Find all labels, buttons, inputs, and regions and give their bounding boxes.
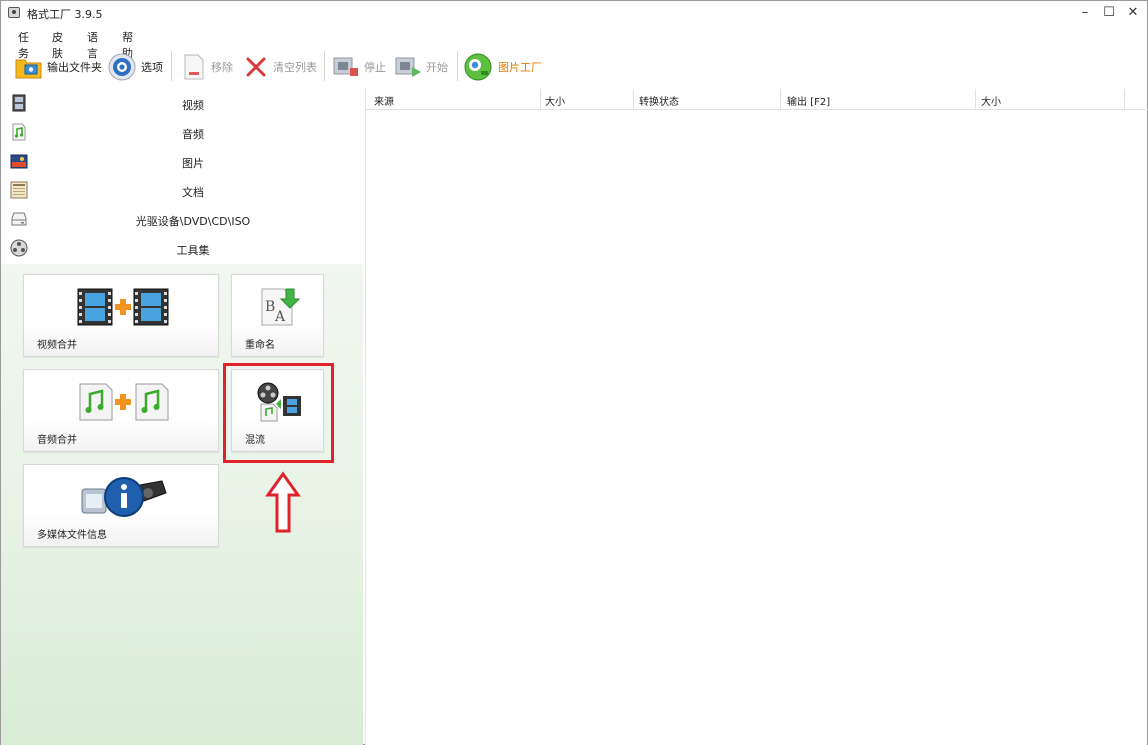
category-label: 工具集: [176, 244, 210, 257]
output-folder-label: 输出文件夹: [47, 61, 102, 74]
svg-text:A: A: [274, 309, 286, 325]
column-divider[interactable]: [1124, 89, 1125, 110]
clear-list-button[interactable]: 清空列表: [243, 51, 317, 83]
column-status[interactable]: 转换状态: [639, 93, 679, 108]
highlight-box: [223, 363, 334, 463]
category-label: 光驱设备\DVD\CD\ISO: [135, 215, 251, 228]
maximize-button[interactable]: ☐: [1098, 4, 1120, 22]
clear-x-icon: [246, 57, 266, 77]
media-info-tile[interactable]: 多媒体文件信息: [23, 464, 219, 547]
column-size[interactable]: 大小: [545, 93, 565, 108]
window-title: 格式工厂 3.9.5: [27, 8, 103, 21]
column-divider[interactable]: [975, 89, 976, 110]
category-label: 音频: [182, 128, 204, 141]
remove-button[interactable]: 移除: [181, 51, 233, 83]
minimize-button[interactable]: –: [1074, 4, 1096, 22]
column-divider[interactable]: [780, 89, 781, 110]
column-divider[interactable]: [540, 89, 541, 110]
media-info-icon: [81, 477, 167, 517]
start-label: 开始: [426, 61, 448, 74]
remove-label: 移除: [211, 61, 233, 74]
media-info-label: 多媒体文件信息: [37, 530, 107, 541]
toolbar-separator: [324, 51, 325, 81]
category-document[interactable]: 文档: [1, 176, 363, 205]
rename-tile[interactable]: B A 重命名: [231, 274, 324, 357]
category-video[interactable]: 视频: [1, 89, 363, 118]
category-picture[interactable]: 图片: [1, 147, 363, 176]
table-header: 来源 大小 转换状态 输出 [F2] 大小: [366, 89, 1148, 110]
audio-merge-tile[interactable]: 音频合并: [23, 369, 219, 452]
start-button[interactable]: 开始: [394, 51, 448, 83]
category-label: 视频: [182, 99, 204, 112]
options-label: 选项: [141, 61, 163, 74]
column-divider[interactable]: [633, 89, 634, 110]
audio-merge-label: 音频合并: [37, 435, 77, 446]
up-arrow-annotation: [265, 471, 301, 533]
stop-label: 停止: [364, 61, 386, 74]
stop-button[interactable]: 停止: [332, 51, 386, 83]
category-panel: 视频 音频 图片 文档 光驱设备\DVD\CD\ISO 工具集 视频合并 B A…: [1, 89, 363, 745]
app-window: 格式工厂 3.9.5 – ☐ ✕ 任务 皮肤 语言 帮助 输出文件夹 选项 移除…: [0, 0, 1148, 745]
column-output[interactable]: 输出 [F2]: [787, 93, 830, 108]
task-list-panel[interactable]: 来源 大小 转换状态 输出 [F2] 大小: [365, 89, 1148, 745]
picture-factory-label: 图片工厂: [498, 61, 542, 74]
title-bar: 格式工厂 3.9.5 – ☐ ✕: [1, 1, 1147, 25]
toolbar: 输出文件夹 选项 移除 清空列表 停止 开始 图片工厂: [1, 47, 1147, 87]
video-merge-tile[interactable]: 视频合并: [23, 274, 219, 357]
output-folder-button[interactable]: 输出文件夹: [15, 51, 102, 83]
svg-text:B: B: [265, 299, 275, 315]
video-merge-label: 视频合并: [37, 340, 77, 351]
gear-icon: [108, 53, 136, 81]
video-merge-icon: [77, 288, 169, 326]
category-label: 文档: [182, 186, 204, 199]
category-disc[interactable]: 光驱设备\DVD\CD\ISO: [1, 205, 363, 234]
toolbar-separator: [457, 51, 458, 81]
options-button[interactable]: 选项: [107, 51, 163, 83]
column-output-size[interactable]: 大小: [981, 93, 1001, 108]
picture-factory-button[interactable]: 图片工厂: [462, 51, 542, 83]
audio-merge-icon: [79, 383, 169, 421]
close-button[interactable]: ✕: [1122, 4, 1144, 22]
stop-icon: [333, 57, 358, 76]
rename-label: 重命名: [245, 340, 275, 351]
folder-icon: [15, 59, 42, 79]
remove-file-icon: [184, 54, 204, 80]
category-audio[interactable]: 音频: [1, 118, 363, 147]
column-source[interactable]: 来源: [374, 93, 394, 108]
rename-icon: B A: [261, 288, 300, 326]
toolbar-separator: [171, 51, 172, 81]
clear-list-label: 清空列表: [273, 61, 317, 74]
app-logo-icon: [8, 7, 20, 18]
category-tools[interactable]: 工具集: [1, 234, 363, 263]
category-label: 图片: [182, 157, 204, 170]
picture-factory-icon: [464, 53, 492, 81]
start-icon: [395, 57, 421, 77]
